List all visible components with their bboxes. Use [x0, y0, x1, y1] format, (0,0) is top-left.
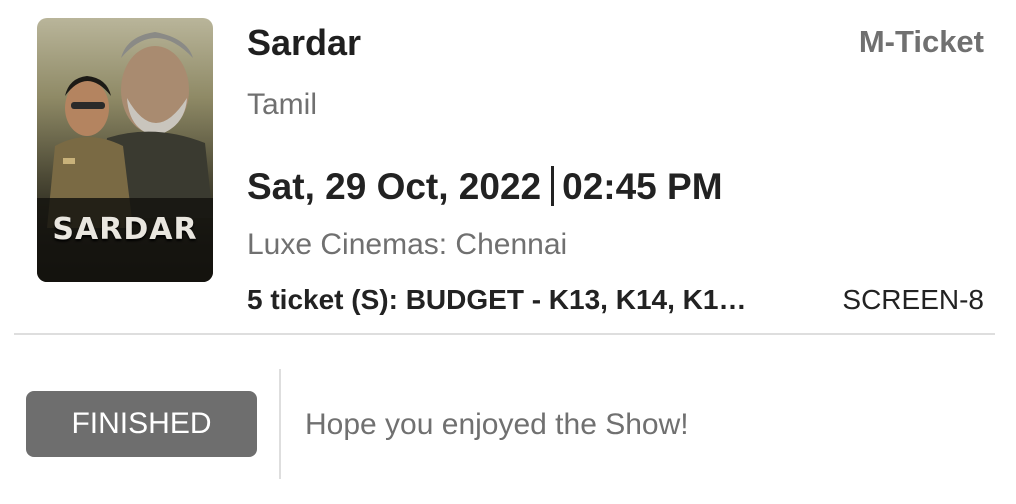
movie-poster: SARDAR — [37, 18, 213, 282]
status-badge: FINISHED — [26, 391, 257, 457]
show-date: Sat, 29 Oct, 2022 — [247, 166, 542, 207]
movie-language: Tamil — [247, 88, 318, 121]
ticket-type-label: M-Ticket — [858, 24, 984, 59]
show-time: 02:45 PM — [562, 166, 723, 207]
poster-title: SARDAR — [52, 212, 198, 247]
horizontal-divider — [14, 333, 995, 335]
vertical-divider — [279, 369, 281, 479]
screen-label: SCREEN-8 — [842, 284, 984, 315]
datetime-separator — [551, 166, 555, 206]
status-message: Hope you enjoyed the Show! — [305, 408, 689, 441]
movie-title: Sardar — [247, 22, 362, 63]
venue-name: Luxe Cinemas: Chennai — [247, 228, 568, 261]
show-datetime: Sat, 29 Oct, 2022 02:45 PM — [247, 166, 723, 208]
ticket-details: 5 ticket (S): BUDGET - K13, K14, K1… — [247, 284, 747, 315]
booking-card[interactable]: SARDAR Sardar M-Ticket Tamil Sat, 29 Oct… — [0, 0, 1016, 504]
